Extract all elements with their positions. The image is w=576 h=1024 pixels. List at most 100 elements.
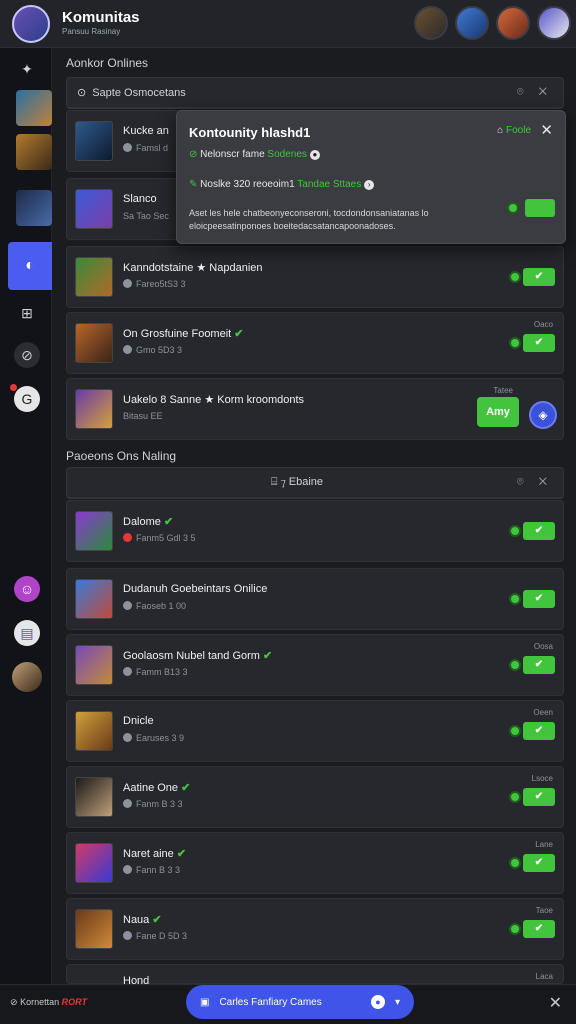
chevron-down-icon[interactable]: ▾ [395,997,400,1008]
app-subtitle: Pansuu Rasinay [62,27,121,36]
game-thumbnail [75,257,113,297]
item-tag: Oaco [533,320,553,329]
sidebar-tool-icon[interactable]: ✦ [14,56,40,82]
verified-icon: ✔ [181,782,191,794]
game-thumbnail [75,511,113,551]
online-status-dot [509,857,521,869]
game-thumbnail [75,909,113,949]
item-name: Dalome ✔ [123,516,174,528]
verified-icon: ✔ [163,516,174,528]
section-title-second: Paoeons Ons Naling [66,449,177,463]
header-avatar-2[interactable] [455,6,489,40]
table-row[interactable]: Dnicle Earuses 3 9 Oeen ✔ [66,700,564,762]
table-row[interactable]: Dudanuh Goebeintars Onilice Faoseb 1 00 … [66,568,564,630]
table-row[interactable]: Naua ✔ Fane D 5D 3 Taoe ✔ [66,898,564,960]
verified-icon: ✔ [176,848,187,860]
status-icon[interactable]: ⊘ [14,342,40,368]
popup-status-dot [507,202,519,214]
item-meta: Faoseb 1 00 [123,601,186,611]
toggle-switch[interactable]: ✔ [523,334,555,352]
item-meta: Earuses 3 9 [123,733,184,743]
toggle-switch[interactable]: ✔ [523,854,555,872]
toggle-switch[interactable]: ✔ [523,788,555,806]
popup-close-button[interactable]: ✕ [540,121,553,139]
online-status-dot [509,725,521,737]
bottom-left-label[interactable]: ⊘ Kornettan RORT [10,997,87,1008]
popup-title: Kontounity hlashd1 [189,125,311,140]
table-row[interactable]: Dalome ✔ Fanm5 Gdl 3 5 ✔ [66,500,564,562]
header-avatar-3[interactable] [496,6,530,40]
toggle-switch[interactable]: ✔ [523,590,555,608]
section-title-online: Aonkor Onlines [66,56,149,70]
toggle-switch[interactable]: ✔ [523,920,555,938]
panel-title: Sapte Osmocetans [92,86,186,99]
panel-controls[interactable]: ⌾ ✕ [517,86,553,99]
user-avatar[interactable] [12,662,42,692]
verified-icon: ✔ [152,914,162,926]
item-name: Slanco [123,193,157,205]
online-status-dot [509,593,521,605]
game-thumbnail [75,323,113,363]
sidebar-game-thumb-3[interactable] [16,190,52,226]
lock-icon: ● [370,995,385,1009]
item-name: Kucke an [123,125,169,137]
game-thumbnail [75,189,113,229]
sidebar: ✦ ◐ ⊞ ⊘ G ☺ ▤ [0,48,52,984]
header-avatar-1[interactable] [414,6,448,40]
chat-icon: ◐ [25,257,35,274]
item-meta: Fann B 3 3 [123,865,180,875]
list-item[interactable]: Kanndotstaine ★ Napdanien Fareo5tS3 3 ✔ [66,246,564,308]
edit-icon: ⊘ [189,149,198,160]
item-meta: Fanm B 3 3 [123,799,183,809]
item-tag: Taoe [535,906,553,915]
list-item[interactable]: On Grosfuine Foomeit ✔ Gmo 5D3 3 Oaco ✔ [66,312,564,374]
sidebar-game-thumb-2[interactable] [16,134,52,170]
item-name: Dnicle [123,715,154,727]
popup-line-2: ✎ Noslke 320 reoeoim1 Tandae Sttaes › [189,179,375,190]
store-icon[interactable]: ▤ [14,620,40,646]
bottom-close-button[interactable]: ✕ [549,993,562,1013]
verified-icon: ✔ [234,328,244,340]
item-tag: Laca [535,972,553,981]
table-row[interactable]: Aatine One ✔ Fanm B 3 3 Lsoce ✔ [66,766,564,828]
app-logo[interactable] [12,5,50,43]
sidebar-item-community[interactable]: ◐ [8,242,52,290]
list-item[interactable]: Uakelo 8 Sanne ★ Korm kroomdonts Bitasu … [66,378,564,440]
toggle-switch[interactable]: ✔ [523,268,555,286]
item-meta: Famm B13 3 [123,667,188,677]
account-icon[interactable]: G [14,386,40,412]
toggle-switch[interactable]: ✔ [523,656,555,674]
home-icon: ⌂ [497,125,504,136]
table-row[interactable]: Hond Laca [66,964,564,987]
item-meta: Fanm5 Gdl 3 5 [123,533,196,543]
toggle-switch[interactable]: ✔ [523,722,555,740]
action-round-button[interactable]: ◈ [529,401,557,429]
join-button[interactable]: Amy [477,397,519,427]
grid-icon[interactable]: ⊞ [14,300,40,326]
table-row[interactable]: Naret aine ✔ Fann B 3 3 Lane ✔ [66,832,564,894]
item-name: Dudanuh Goebeintars Onilice [123,583,268,595]
community-popup: Kontounity hlashd1 ⌂ Foole ✕ ⊘ Nelonscr … [176,110,566,244]
item-meta: Fane D 5D 3 [123,931,187,941]
close-icon: ✕ [540,122,553,139]
sidebar-game-thumb-1[interactable] [16,90,52,126]
online-status-dot [509,923,521,935]
header-avatar-4[interactable] [537,6,571,40]
popup-line-1: ⊘ Nelonscr fame Sodenes ● [189,149,320,160]
toggle-switch[interactable]: ✔ [523,522,555,540]
item-name: Goolaosm Nubel tand Gorm ✔ [123,650,273,662]
panel-controls[interactable]: ⌾ ✕ [517,476,553,489]
game-thumbnail [75,777,113,817]
purple-app-icon[interactable]: ☺ [14,576,40,602]
popup-description: Aset les hele chatbeonyeconseroni, tocdo… [189,208,429,231]
popup-top-label[interactable]: ⌂ Foole [497,125,531,136]
online-status-dot [509,791,521,803]
game-thumbnail [75,843,113,883]
table-row[interactable]: Goolaosm Nubel tand Gorm ✔ Famm B13 3 Oo… [66,634,564,696]
item-tag: Lsoce [531,774,553,783]
app-title: Komunitas [62,9,140,26]
popup-toggle[interactable] [525,199,555,217]
item-meta: Bitasu EE [123,411,163,421]
item-name: Aatine One ✔ [123,782,191,794]
bottom-action-pill[interactable]: ▣ Carles Fanfiary Cames ● ▾ [186,985,414,1019]
